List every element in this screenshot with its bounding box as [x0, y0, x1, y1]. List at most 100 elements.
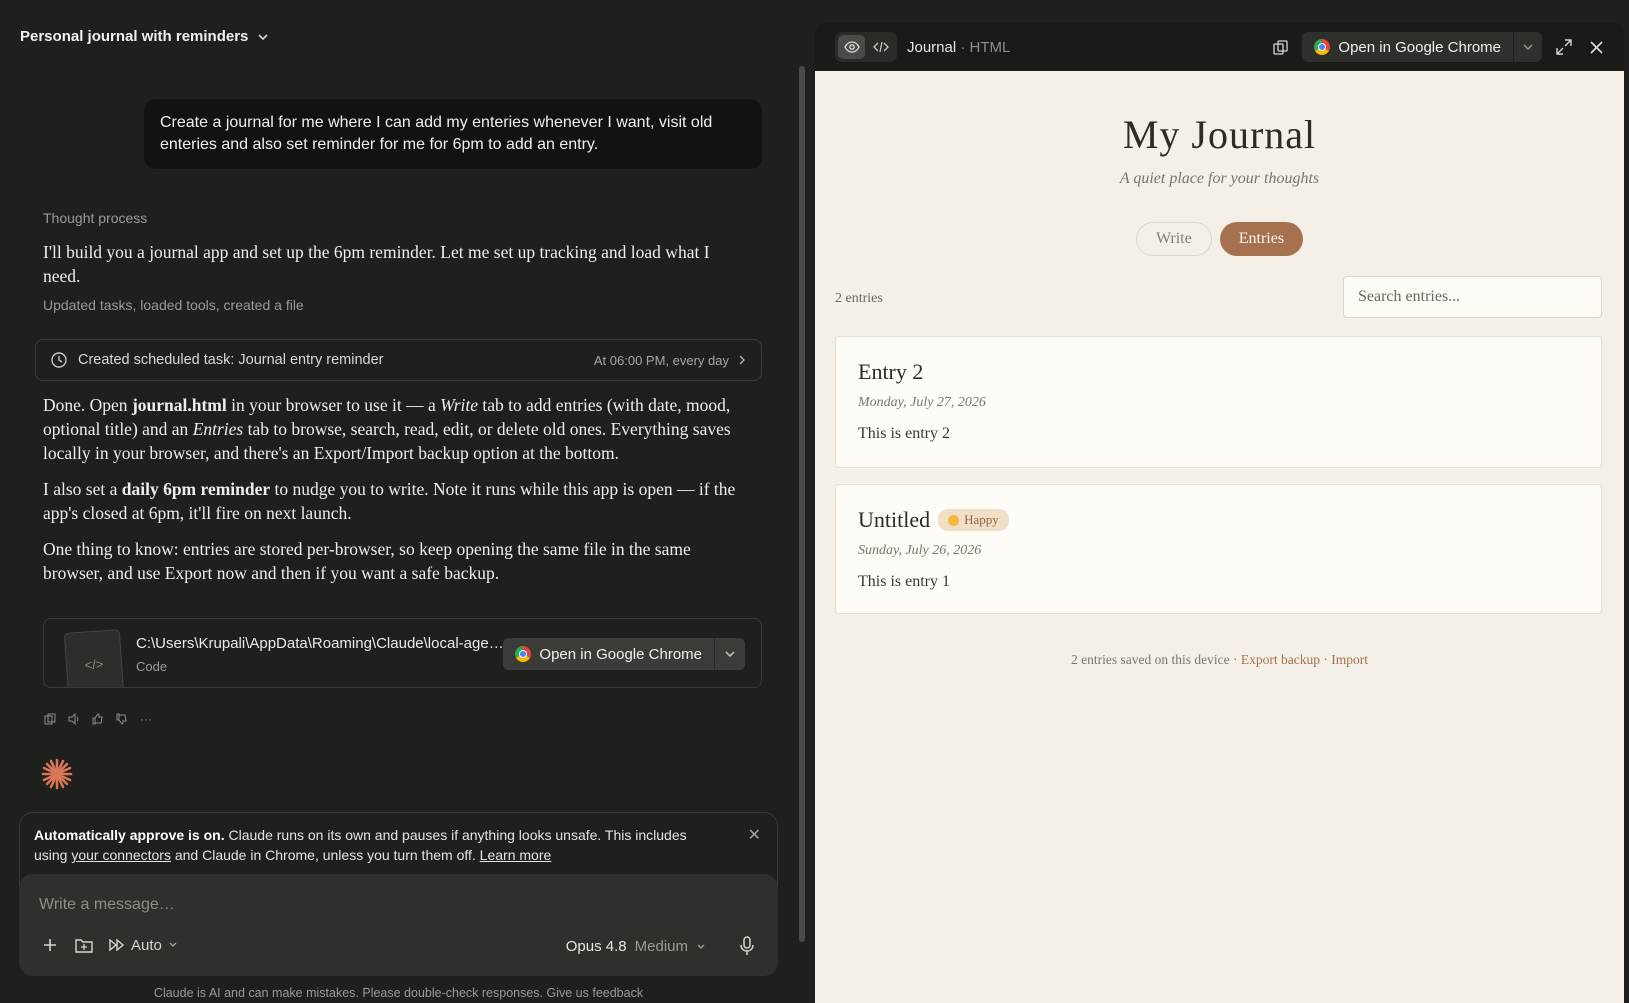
- mood-badge: Happy: [938, 509, 1009, 531]
- ai-disclaimer: Claude is AI and can make mistakes. Plea…: [153, 986, 644, 1000]
- tools-summary[interactable]: Updated tasks, loaded tools, created a f…: [43, 297, 304, 313]
- entry-card[interactable]: Untitled Happy Sunday, July 26, 2026 Thi…: [835, 484, 1602, 614]
- chat-pane: Personal journal with reminders Create a…: [0, 0, 800, 1003]
- entry-title: Entry 2: [858, 359, 923, 385]
- schedule-text: At 06:00 PM, every day: [593, 352, 729, 368]
- effort-level: Medium: [634, 938, 688, 955]
- model-name: Opus 4.8: [565, 938, 627, 955]
- chrome-icon: [515, 646, 532, 662]
- learn-more-link[interactable]: Learn more: [480, 847, 552, 863]
- journal-subtitle: A quiet place for your thoughts: [1119, 170, 1320, 187]
- clock-icon: [51, 352, 67, 368]
- composer-tools: Auto: [41, 936, 178, 954]
- answer-paragraph-1: Done. Open journal.html in your browser …: [43, 395, 731, 463]
- microphone-icon[interactable]: [738, 936, 756, 956]
- thumbs-down-icon[interactable]: [115, 712, 129, 726]
- reminder-bold: daily 6pm reminder: [121, 479, 271, 499]
- preview-actions: Open in Google Chrome: [1270, 32, 1606, 62]
- write-tab-mention: Write: [440, 395, 479, 415]
- answer-paragraph-2: I also set a daily 6pm reminder to nudge…: [43, 479, 736, 523]
- eye-icon[interactable]: [838, 35, 865, 59]
- conversation-title[interactable]: Personal journal with reminders: [20, 28, 270, 45]
- file-path: C:\Users\Krupali\AppData\Roaming\Claude\…: [136, 635, 506, 652]
- model-selector[interactable]: Opus 4.8 Medium: [566, 938, 706, 955]
- smiley-icon: [948, 514, 960, 526]
- entry-body: This is entry 1: [858, 573, 950, 590]
- tab-write[interactable]: Write: [1135, 222, 1212, 256]
- mode-selector[interactable]: Auto: [109, 937, 178, 954]
- open-in-chrome-label: Open in Google Chrome: [539, 645, 702, 663]
- auto-approve-bold: Automatically approve is on.: [34, 827, 225, 843]
- open-in-chrome-button[interactable]: Open in Google Chrome: [1302, 32, 1514, 62]
- open-in-chrome-button[interactable]: Open in Google Chrome: [503, 638, 715, 670]
- entries-count: 2 entries: [835, 291, 883, 306]
- chevron-down-icon: [258, 33, 268, 40]
- conversation-title-text: Personal journal with reminders: [20, 28, 249, 45]
- tab-entries[interactable]: Entries: [1219, 222, 1304, 256]
- open-options-dropdown[interactable]: [1514, 41, 1542, 53]
- code-file-icon: </>: [63, 629, 125, 687]
- import-link[interactable]: Import: [1331, 652, 1368, 667]
- user-message: Create a journal for me where I can add …: [144, 99, 762, 169]
- plus-icon[interactable]: [41, 936, 59, 954]
- scheduled-task-label: Created scheduled task: Journal entry re…: [78, 352, 384, 368]
- footer-separator: ·: [1319, 652, 1332, 667]
- entry-body: This is entry 2: [858, 425, 950, 442]
- open-in-chrome-label: Open in Google Chrome: [1338, 38, 1501, 56]
- open-options-dropdown[interactable]: [715, 638, 745, 670]
- chrome-icon: [1314, 39, 1331, 55]
- answer-paragraph-3: One thing to know: entries are stored pe…: [43, 539, 691, 583]
- entry-card[interactable]: Entry 2 Monday, July 27, 2026 This is en…: [835, 336, 1602, 468]
- folder-add-icon[interactable]: [75, 936, 93, 954]
- chevron-down-icon: [725, 651, 735, 658]
- footer-saved-text: 2 entries saved on this device ·: [1071, 652, 1241, 667]
- entry-date: Sunday, July 26, 2026: [858, 543, 982, 558]
- auto-approve-text: Automatically approve is on. Claude runs…: [34, 827, 687, 863]
- expand-icon[interactable]: [1554, 37, 1574, 57]
- entry-title-text: Untitled: [858, 507, 931, 532]
- document-type: · HTML: [960, 38, 1011, 56]
- close-icon[interactable]: ✕: [748, 825, 761, 845]
- message-input[interactable]: Write a message…: [39, 896, 175, 914]
- view-toggle: [835, 32, 897, 62]
- message-composer: Write a message… Auto Opus 4.8 Medium: [19, 874, 778, 976]
- connectors-link[interactable]: your connectors: [71, 847, 171, 863]
- claude-spark-icon: [41, 758, 73, 790]
- copy-icon[interactable]: [1270, 37, 1290, 57]
- journal-tabs: Write Entries: [815, 222, 1624, 256]
- fast-forward-icon: [109, 939, 125, 951]
- close-icon[interactable]: [1586, 37, 1606, 57]
- assistant-intro: I'll build you a journal app and set up …: [43, 242, 710, 286]
- preview-topbar: Journal · HTML Open in Google Chrome: [815, 23, 1624, 71]
- journal-app-preview: My Journal A quiet place for your though…: [815, 71, 1624, 1003]
- open-in-chrome-split-button: Open in Google Chrome: [1302, 32, 1542, 62]
- scheduled-task-time: At 06:00 PM, every day: [594, 353, 747, 368]
- artifact-preview-pane: Journal · HTML Open in Google Chrome My …: [815, 23, 1624, 1003]
- chevron-down-icon: [697, 944, 705, 949]
- code-icon[interactable]: [867, 35, 894, 59]
- file-name-bold: journal.html: [131, 395, 227, 415]
- thought-process-toggle[interactable]: Thought process: [43, 210, 147, 226]
- chevron-down-icon: [169, 942, 177, 947]
- entry-title-text: Entry 2: [858, 359, 924, 384]
- open-in-chrome-split-button: Open in Google Chrome: [503, 638, 745, 670]
- journal-title: My Journal: [1122, 112, 1317, 157]
- thumbs-up-icon[interactable]: [91, 712, 105, 726]
- speaker-icon[interactable]: [67, 712, 81, 726]
- assistant-answer: Done. Open journal.html in your browser …: [43, 393, 743, 597]
- scheduled-task-card[interactable]: Created scheduled task: Journal entry re…: [35, 339, 762, 381]
- chevron-right-icon: [739, 355, 745, 365]
- copy-icon[interactable]: [43, 712, 57, 726]
- mode-label: Auto: [131, 936, 162, 954]
- message-actions: ···: [43, 712, 153, 726]
- file-kind: Code: [136, 659, 168, 674]
- export-backup-link[interactable]: Export backup: [1241, 652, 1320, 667]
- more-icon[interactable]: ···: [139, 712, 153, 726]
- file-card[interactable]: </> C:\Users\Krupali\AppData\Roaming\Cla…: [43, 618, 762, 688]
- mood-label: Happy: [964, 512, 999, 527]
- chat-scrollbar[interactable]: [799, 66, 805, 942]
- chevron-down-icon: [1523, 44, 1533, 51]
- document-title: Journal · HTML: [907, 39, 1010, 56]
- search-input[interactable]: [1343, 276, 1602, 318]
- journal-footer: 2 entries saved on this device · Export …: [815, 652, 1624, 668]
